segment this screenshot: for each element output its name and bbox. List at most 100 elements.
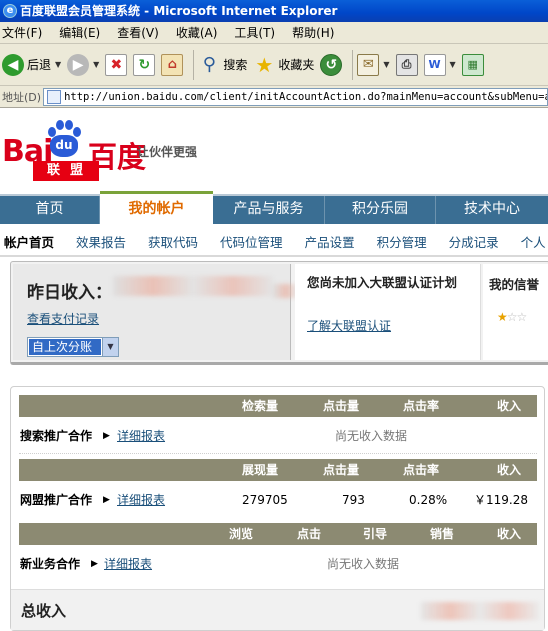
history-button[interactable]: ↺ [320, 47, 343, 83]
address-url: http://union.baidu.com/client/initAccoun… [64, 90, 548, 103]
col-header: 浏览 [229, 527, 254, 541]
nav-points[interactable]: 积分乐园 [325, 196, 436, 224]
search-header-row: 检索量 点击量 点击率 收入 [19, 395, 537, 417]
pay-record-link[interactable]: 查看支付记录 [27, 310, 99, 327]
home-button[interactable]: ⌂ [161, 47, 184, 83]
subnav-get-code[interactable]: 获取代码 [148, 232, 198, 251]
redacted-value [113, 276, 273, 296]
nav-my-account[interactable]: 我的帐户 [100, 191, 213, 224]
credit-title: 我的信誉 [489, 277, 540, 292]
mail-dropdown-icon[interactable]: ▼ [383, 60, 389, 69]
menu-edit[interactable]: 编辑(E) [59, 24, 100, 41]
union-row: 网盟推广合作 ▶ 详细报表 279705 793 0.28% ￥119.28 [19, 489, 537, 511]
refresh-icon: ↻ [133, 53, 156, 76]
subnav-product-settings[interactable]: 产品设置 [305, 232, 355, 251]
subnav-personal[interactable]: 个人 [521, 232, 546, 251]
menu-view[interactable]: 查看(V) [117, 24, 159, 41]
col-header: 点击率 [403, 399, 440, 413]
favorites-button[interactable]: ★ 收藏夹 [253, 47, 314, 83]
toolbar: ◀ 后退 ▼ ▶ ▼ ✖ ↻ ⌂ ⚲ 搜索 ★ 收藏夹 ↺ ✉ ▼ ⎙ W ▼ … [0, 44, 548, 86]
favorites-label: 收藏夹 [278, 58, 315, 72]
search-icon: ⚲ [202, 54, 216, 75]
refresh-button[interactable]: ↻ [133, 47, 156, 83]
nav-home[interactable]: 首页 [0, 196, 100, 224]
row-name: 网盟推广合作 [20, 493, 93, 507]
forward-button[interactable]: ▶ ▼ [67, 47, 99, 83]
back-button[interactable]: ◀ 后退 ▼ [2, 47, 61, 83]
subnav-points[interactable]: 积分管理 [377, 232, 427, 251]
messenger-icon: ▦ [461, 53, 484, 76]
search-label: 搜索 [223, 58, 248, 72]
subnav-divider [0, 255, 548, 257]
union-detail-link[interactable]: 详细报表 [117, 489, 165, 511]
menu-tools[interactable]: 工具(T) [234, 24, 275, 41]
summary-box: 昨日收入： 查看支付记录 自上次分账 ▼ 您尚未加入大联盟认证计划 了解大联盟认… [10, 261, 548, 365]
back-arrow-icon: ◀ [2, 53, 24, 76]
income-value: ￥119.28 [474, 493, 528, 507]
no-data-text: 尚无收入数据 [327, 557, 400, 571]
ctr-value: 0.28% [409, 493, 448, 507]
print-button[interactable]: ⎙ [395, 47, 418, 83]
favorites-star-icon: ★ [255, 52, 274, 77]
logo-du-text: du [50, 135, 78, 157]
no-data-text: 尚无收入数据 [335, 429, 408, 443]
menu-file[interactable]: 文件(F) [2, 24, 42, 41]
logo-union-badge: 联盟 [33, 161, 99, 181]
new-row: 新业务合作 ▶ 详细报表 尚无收入数据 [19, 553, 537, 575]
row-divider [19, 453, 537, 454]
address-input[interactable]: http://union.baidu.com/client/initAccoun… [43, 87, 548, 106]
caret-right-icon: ▶ [91, 559, 98, 569]
messenger-button[interactable]: ▦ [461, 47, 484, 83]
search-row: 搜索推广合作 ▶ 详细报表 尚无收入数据 [19, 425, 537, 447]
toolbar-separator [352, 49, 354, 80]
search-detail-link[interactable]: 详细报表 [117, 425, 165, 447]
mail-button[interactable]: ✉ ▼ [357, 47, 390, 83]
ie-icon: e [3, 4, 17, 18]
nav-products[interactable]: 产品与服务 [213, 196, 325, 224]
menu-favorites[interactable]: 收藏(A) [176, 24, 218, 41]
subnav-reports[interactable]: 效果报告 [76, 232, 126, 251]
col-header: 检索量 [242, 399, 279, 413]
window-title: 百度联盟会员管理系统 - Microsoft Internet Explorer [20, 4, 338, 18]
address-bar: 地址(D) http://union.baidu.com/client/init… [0, 86, 548, 108]
clicks-value: 793 [342, 493, 365, 507]
subnav-code-slots[interactable]: 代码位管理 [220, 232, 283, 251]
subnav-account-home[interactable]: 帐户首页 [4, 232, 54, 251]
period-select[interactable]: 自上次分账 ▼ [27, 337, 119, 357]
edit-button[interactable]: W ▼ [423, 47, 456, 83]
certification-link[interactable]: 了解大联盟认证 [307, 317, 391, 334]
forward-arrow-icon: ▶ [67, 53, 90, 76]
back-dropdown-icon[interactable]: ▼ [55, 60, 61, 69]
col-header: 点击量 [323, 399, 360, 413]
stop-button[interactable]: ✖ [105, 47, 128, 83]
new-header-row: 浏览 点击 引导 销售 收入 [19, 523, 537, 545]
forward-dropdown-icon[interactable]: ▼ [93, 60, 99, 69]
impressions-value: 279705 [242, 493, 288, 507]
history-icon: ↺ [320, 53, 343, 76]
credit-stars: ★☆☆ [497, 310, 527, 324]
union-header-row: 展现量 点击量 点击率 收入 [19, 459, 537, 481]
page-content: Bai du 百度 联盟 让伙伴更强 首页 我的帐户 产品与服务 积分乐园 技术… [0, 108, 548, 631]
search-button[interactable]: ⚲ 搜索 [198, 47, 248, 83]
certification-title: 您尚未加入大联盟认证计划 [307, 275, 458, 290]
col-header: 引导 [363, 527, 388, 541]
baidu-union-logo[interactable]: Bai du 百度 联盟 让伙伴更强 [0, 112, 210, 184]
col-header: 点击率 [403, 463, 440, 477]
logo-slogan: 让伙伴更强 [137, 145, 198, 159]
nav-tech-center[interactable]: 技术中心 [436, 196, 548, 224]
subnav-payouts[interactable]: 分成记录 [449, 232, 499, 251]
menu-help[interactable]: 帮助(H) [292, 24, 334, 41]
menu-bar: 文件(F) 编辑(E) 查看(V) 收藏(A) 工具(T) 帮助(H) [0, 22, 548, 44]
word-edit-icon: W [423, 53, 446, 76]
home-icon: ⌂ [161, 53, 184, 76]
sub-nav: 帐户首页 效果报告 获取代码 代码位管理 产品设置 积分管理 分成记录 个人 [0, 230, 548, 252]
yesterday-income-panel: 昨日收入： 查看支付记录 自上次分账 ▼ [13, 264, 291, 360]
col-header: 点击量 [323, 463, 360, 477]
period-select-value: 自上次分账 [29, 339, 101, 355]
edit-dropdown-icon[interactable]: ▼ [450, 60, 456, 69]
col-header: 收入 [497, 527, 522, 541]
credit-panel: 我的信誉 ★☆☆ [483, 264, 548, 360]
total-income-row: 总收入 [11, 589, 544, 630]
chevron-down-icon[interactable]: ▼ [102, 338, 118, 356]
new-detail-link[interactable]: 详细报表 [104, 553, 152, 575]
